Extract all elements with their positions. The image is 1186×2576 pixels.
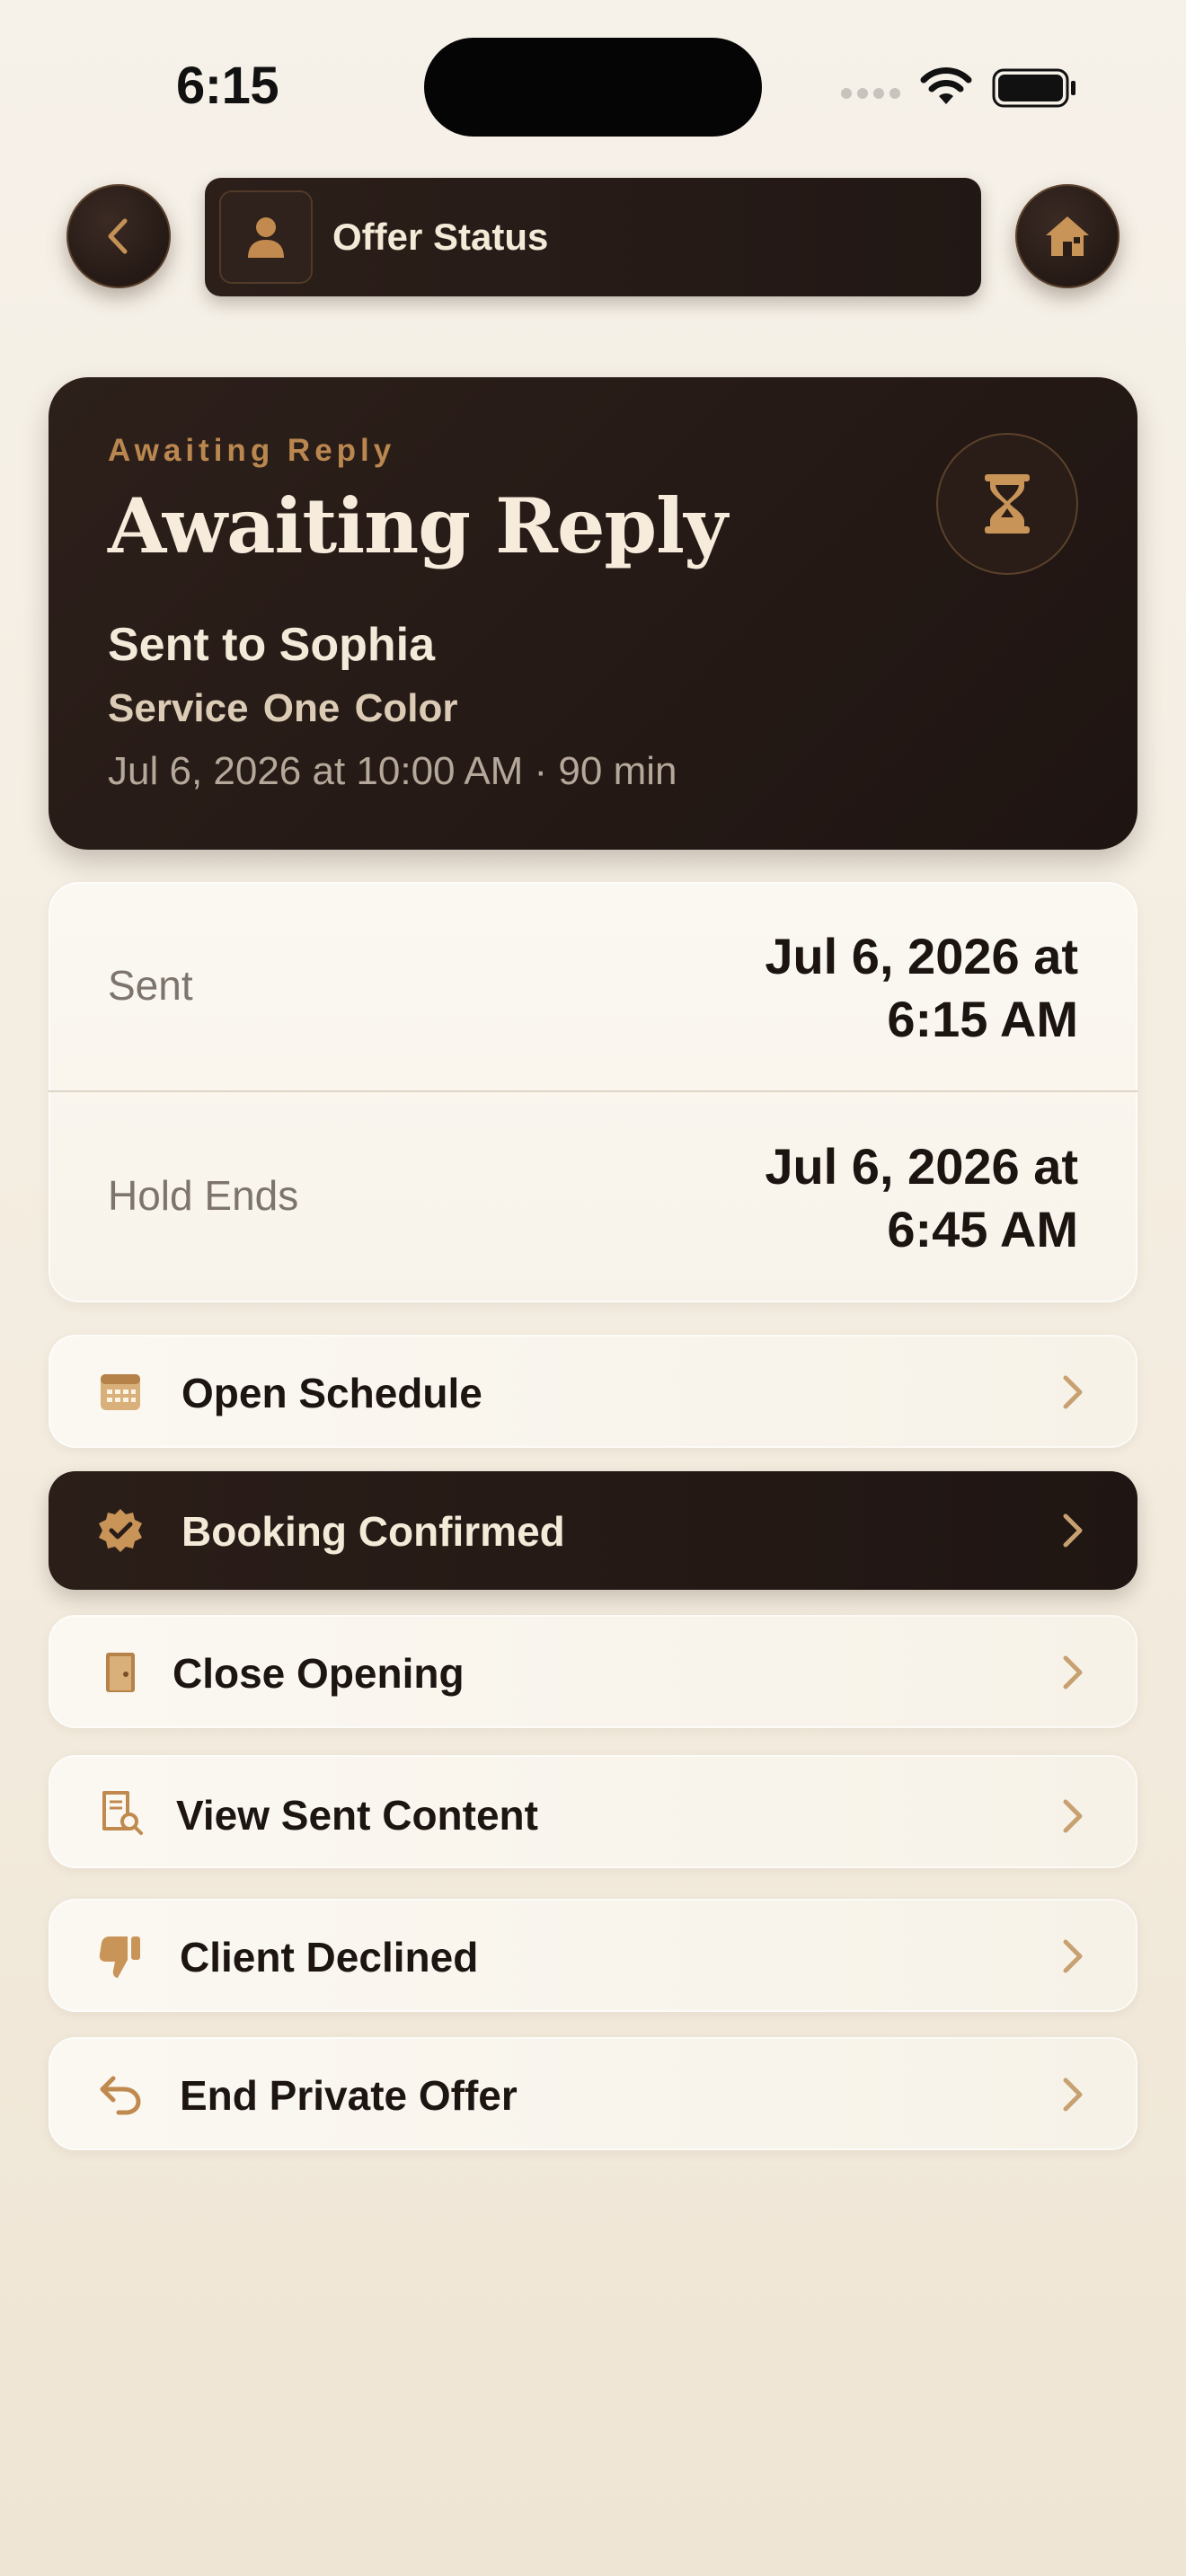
person-icon [248,217,284,258]
action-label: Open Schedule [181,1370,482,1416]
detail-value-line: Jul 6, 2026 at [765,1138,1078,1195]
detail-value: Jul 6, 2026 at 6:45 AM [539,1135,1078,1261]
thumbs-down-icon [99,1936,140,1978]
status-title: Awaiting Reply [108,481,728,570]
detail-value-line: 6:45 AM [887,1201,1078,1257]
home-button[interactable] [1015,184,1120,288]
view-sent-content-button[interactable]: View Sent Content [49,1755,1137,1868]
back-button[interactable] [66,184,171,288]
offer-status-card: Awaiting Reply Awaiting Reply Sent to So… [49,377,1137,850]
detail-row-hold-ends: Hold Ends Jul 6, 2026 at 6:45 AM [49,1092,1137,1301]
detail-value: Jul 6, 2026 at 6:15 AM [539,925,1078,1051]
action-label: Client Declined [180,1934,479,1981]
chevron-right-icon [1063,1939,1083,1973]
end-private-offer-button[interactable]: End Private Offer [49,2037,1137,2150]
hourglass-icon [985,474,1030,534]
open-schedule-button[interactable]: Open Schedule [49,1335,1137,1448]
wifi-icon [920,67,972,104]
detail-label: Sent [108,962,193,1009]
page-title: Offer Status [332,216,549,258]
cellular-signal-icon [841,88,900,99]
dynamic-island [424,38,762,137]
detail-value-line: 6:15 AM [887,991,1078,1047]
detail-label: Hold Ends [108,1172,299,1219]
home-icon [1046,216,1089,256]
status-time: 6:15 [176,57,279,115]
door-icon [106,1653,135,1692]
chevron-right-icon [1063,2078,1083,2112]
document-search-icon [102,1791,143,1835]
undo-arrow-icon [100,2076,141,2115]
check-badge-icon [99,1509,142,1552]
action-label: Close Opening [173,1650,465,1697]
recipient-text: Sent to Sophia [108,619,435,671]
appointment-datetime: Jul 6, 2026 at 10:00 AM · 90 min [108,749,677,793]
booking-confirmed-button[interactable]: Booking Confirmed [49,1471,1137,1590]
chevron-right-icon [1063,1375,1083,1409]
service-text: Service One Color [108,686,458,730]
close-opening-button[interactable]: Close Opening [49,1615,1137,1728]
battery-icon [992,68,1075,108]
chevron-left-icon [108,218,128,254]
avatar [219,190,313,284]
chevron-right-icon [1063,1655,1083,1689]
offer-details-card: Sent Jul 6, 2026 at 6:15 AM Hold Ends Ju… [49,882,1137,1302]
client-declined-button[interactable]: Client Declined [49,1899,1137,2012]
chevron-right-icon [1063,1799,1083,1833]
chevron-right-icon [1063,1513,1083,1548]
title-bar: Offer Status [205,178,981,296]
action-label: End Private Offer [180,2072,518,2119]
detail-row-sent: Sent Jul 6, 2026 at 6:15 AM [49,882,1137,1090]
action-label: View Sent Content [176,1792,538,1839]
action-label: Booking Confirmed [181,1508,565,1555]
status-eyebrow: Awaiting Reply [108,433,396,468]
detail-value-line: Jul 6, 2026 at [765,928,1078,984]
hourglass-badge [936,433,1078,575]
calendar-icon [101,1374,140,1410]
